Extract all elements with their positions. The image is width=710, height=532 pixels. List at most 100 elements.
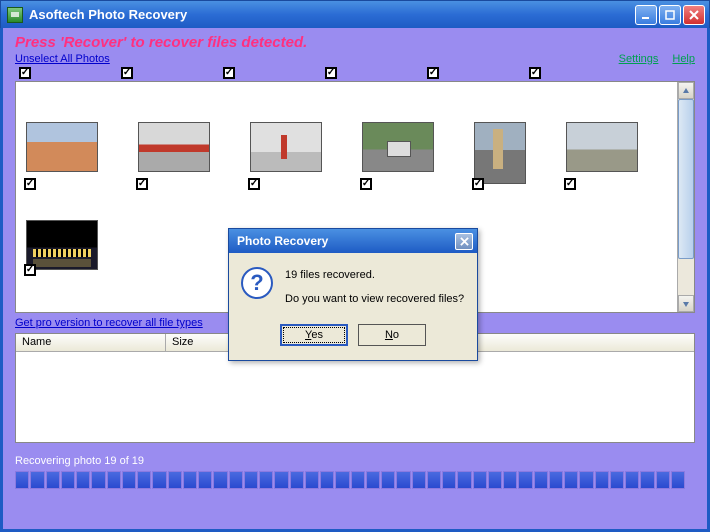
scroll-down-arrow[interactable] <box>678 295 694 312</box>
thumb-checkbox[interactable] <box>136 178 148 190</box>
scroll-track[interactable] <box>678 99 694 295</box>
thumb-cell[interactable] <box>566 122 638 184</box>
thumb-cell[interactable] <box>474 122 526 184</box>
progress-segment <box>46 471 60 489</box>
progress-segment <box>15 471 29 489</box>
scroll-up-arrow[interactable] <box>678 82 694 99</box>
progress-segment <box>274 471 288 489</box>
progress-segment <box>579 471 593 489</box>
progress-segment <box>259 471 273 489</box>
progress-segment <box>671 471 685 489</box>
thumb-cell[interactable] <box>250 122 322 184</box>
top-check-1[interactable] <box>19 67 31 79</box>
thumb-checkbox[interactable] <box>472 178 484 190</box>
dialog-button-row: Yes No <box>229 320 477 360</box>
progress-segment <box>183 471 197 489</box>
column-header-name[interactable]: Name <box>16 334 166 351</box>
progress-segment <box>534 471 548 489</box>
progress-bar <box>15 471 685 489</box>
progress-segment <box>656 471 670 489</box>
progress-segment <box>595 471 609 489</box>
thumb-checkbox[interactable] <box>360 178 372 190</box>
maximize-button[interactable] <box>659 5 681 25</box>
progress-segment <box>305 471 319 489</box>
dialog-line1: 19 files recovered. <box>285 267 464 285</box>
status-text: Recovering photo 19 of 19 <box>15 455 695 467</box>
progress-segment <box>640 471 654 489</box>
window-titlebar: Asoftech Photo Recovery <box>0 0 710 28</box>
progress-segment <box>503 471 517 489</box>
progress-segment <box>366 471 380 489</box>
progress-segment <box>244 471 258 489</box>
thumb-cell[interactable] <box>138 122 210 184</box>
dialog-text: 19 files recovered. Do you want to view … <box>285 267 464 308</box>
photo-thumbnail <box>566 122 638 172</box>
dialog-titlebar: Photo Recovery <box>229 229 477 253</box>
top-check-3[interactable] <box>223 67 235 79</box>
dialog-title: Photo Recovery <box>237 234 328 248</box>
progress-segment <box>137 471 151 489</box>
window-title: Asoftech Photo Recovery <box>29 7 633 22</box>
thumb-cell[interactable] <box>26 122 98 184</box>
progress-segment <box>91 471 105 489</box>
progress-segment <box>473 471 487 489</box>
top-check-5[interactable] <box>427 67 439 79</box>
top-check-4[interactable] <box>325 67 337 79</box>
close-button[interactable] <box>683 5 705 25</box>
progress-segment <box>381 471 395 489</box>
progress-segment <box>152 471 166 489</box>
app-icon <box>7 7 23 23</box>
instruction-text: Press 'Recover' to recover files detecte… <box>15 34 695 51</box>
recovery-dialog: Photo Recovery ? 19 files recovered. Do … <box>228 228 478 361</box>
progress-segment <box>518 471 532 489</box>
vertical-scrollbar[interactable] <box>677 82 694 312</box>
thumb-checkbox[interactable] <box>24 264 36 276</box>
help-link[interactable]: Help <box>672 53 695 65</box>
dialog-close-button[interactable] <box>455 233 473 250</box>
main-panel: Press 'Recover' to recover files detecte… <box>0 28 710 532</box>
question-icon: ? <box>241 267 273 299</box>
photo-thumbnail <box>250 122 322 172</box>
progress-segment <box>412 471 426 489</box>
thumb-checkbox[interactable] <box>24 178 36 190</box>
photo-thumbnail <box>362 122 434 172</box>
progress-segment <box>457 471 471 489</box>
unselect-all-link[interactable]: Unselect All Photos <box>15 53 110 65</box>
thumb-cell[interactable] <box>26 220 98 270</box>
photo-thumbnail <box>26 220 98 270</box>
progress-segment <box>396 471 410 489</box>
progress-segment <box>610 471 624 489</box>
top-check-2[interactable] <box>121 67 133 79</box>
progress-segment <box>30 471 44 489</box>
thumb-checkbox[interactable] <box>248 178 260 190</box>
top-check-6[interactable] <box>529 67 541 79</box>
progress-segment <box>488 471 502 489</box>
progress-segment <box>442 471 456 489</box>
links-row: Unselect All Photos Settings Help <box>15 53 695 65</box>
pro-version-link[interactable]: Get pro version to recover all file type… <box>15 317 203 329</box>
progress-segment <box>335 471 349 489</box>
minimize-button[interactable] <box>635 5 657 25</box>
progress-segment <box>122 471 136 489</box>
column-header-empty[interactable] <box>476 334 694 351</box>
dialog-body: ? 19 files recovered. Do you want to vie… <box>229 253 477 320</box>
thumb-cell[interactable] <box>362 122 434 184</box>
progress-segment <box>564 471 578 489</box>
scroll-thumb[interactable] <box>678 99 694 259</box>
top-checkbox-row <box>15 67 695 79</box>
progress-segment <box>213 471 227 489</box>
progress-segment <box>549 471 563 489</box>
thumb-checkbox[interactable] <box>564 178 576 190</box>
dialog-line2: Do you want to view recovered files? <box>285 291 464 309</box>
progress-segment <box>61 471 75 489</box>
progress-segment <box>625 471 639 489</box>
progress-segment <box>198 471 212 489</box>
progress-segment <box>320 471 334 489</box>
progress-segment <box>107 471 121 489</box>
settings-link[interactable]: Settings <box>619 53 659 65</box>
no-button[interactable]: No <box>358 324 426 346</box>
yes-button[interactable]: Yes <box>280 324 348 346</box>
thumbnail-row-1 <box>26 122 674 184</box>
photo-thumbnail <box>26 122 98 172</box>
photo-thumbnail <box>474 122 526 184</box>
